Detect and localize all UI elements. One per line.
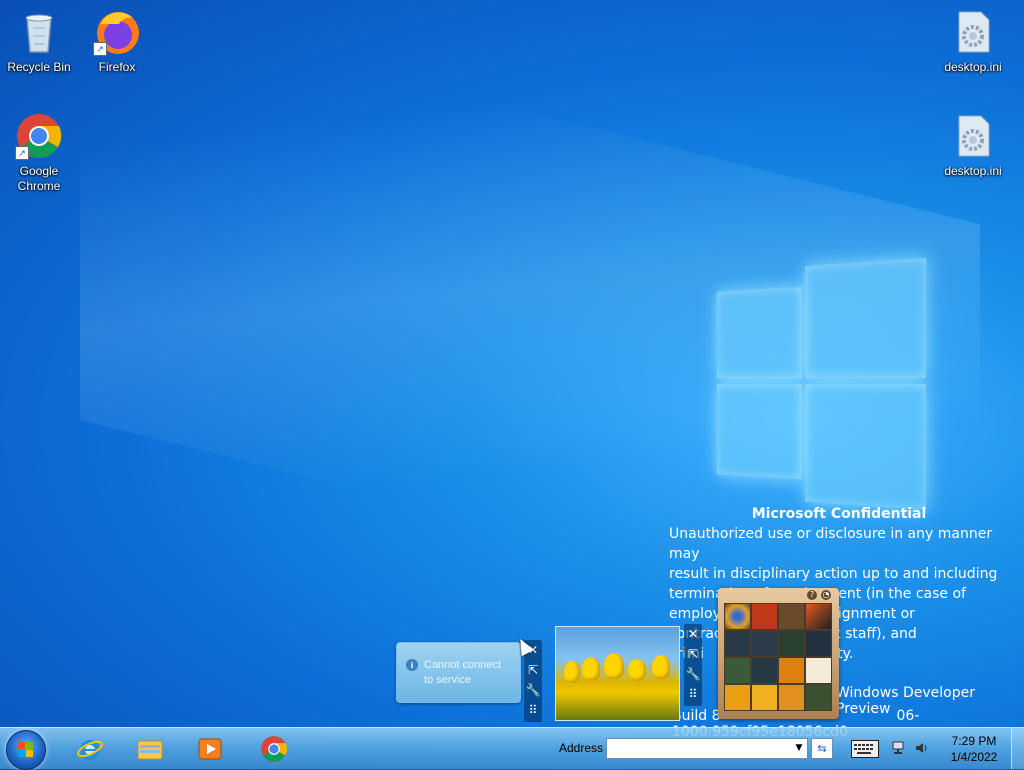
puzzle-tile[interactable] <box>724 657 751 684</box>
watermark-line: result in disciplinary action up to and … <box>669 566 998 582</box>
taskbar: Address ▼ ⇆ 7:29 PM 1/4/2022 <box>0 727 1024 770</box>
puzzle-tile[interactable] <box>751 657 778 684</box>
keyboard-icon[interactable] <box>851 740 879 758</box>
desktop-icon-label: Google Chrome <box>17 164 61 193</box>
puzzle-tile[interactable] <box>805 684 832 711</box>
shortcut-arrow-icon: ↗ <box>93 42 107 56</box>
desktop-icon-firefox[interactable]: ↗ Firefox <box>80 8 154 75</box>
address-input[interactable]: ▼ <box>606 738 808 759</box>
puzzle-tile[interactable] <box>724 603 751 630</box>
gadget-options-button[interactable]: 🔧 <box>684 664 702 684</box>
shortcut-arrow-icon: ↗ <box>15 146 29 160</box>
desktop-icon-recycle-bin[interactable]: Recycle Bin <box>2 8 76 75</box>
gadget-picture-puzzle[interactable]: ? ◔ <box>718 588 839 719</box>
taskbar-media-player[interactable] <box>184 730 236 768</box>
puzzle-tile[interactable] <box>805 603 832 630</box>
tulip-image-detail <box>564 661 580 683</box>
desktop-icon-label: Firefox <box>98 60 136 74</box>
address-go-button[interactable]: ⇆ <box>811 738 833 759</box>
windows-flag-icon <box>18 742 34 758</box>
gadget-drag-handle[interactable]: ⠿ <box>524 700 542 720</box>
desktop-icon-desktop-ini[interactable]: desktop.ini <box>936 8 1010 75</box>
chrome-icon: ↗ <box>15 112 63 160</box>
puzzle-help-button[interactable]: ? <box>807 590 817 600</box>
gadget-toolbar: ✕ ⇱ 🔧 ⠿ <box>684 624 702 706</box>
gadget-drag-handle[interactable]: ⠿ <box>684 684 702 704</box>
tulip-image-detail <box>604 653 624 679</box>
gadget-size-button[interactable]: ⇱ <box>524 660 542 680</box>
puzzle-tile[interactable] <box>805 630 832 657</box>
windows-logo-wallpaper <box>716 258 926 510</box>
watermark-line: Unauthorized use or disclosure in any ma… <box>669 526 993 562</box>
info-icon: i <box>406 659 418 671</box>
puzzle-tile[interactable] <box>724 684 751 711</box>
puzzle-tile[interactable] <box>751 684 778 711</box>
desktop-icon-google-chrome[interactable]: ↗ Google Chrome <box>2 112 76 194</box>
puzzle-tile[interactable] <box>778 603 805 630</box>
network-icon[interactable] <box>891 740 907 760</box>
taskbar-file-explorer[interactable] <box>124 730 176 768</box>
gadget-size-button[interactable]: ⇱ <box>684 644 702 664</box>
puzzle-toggle-button[interactable]: ◔ <box>821 590 831 600</box>
internet-explorer-icon <box>77 740 103 760</box>
show-desktop-button[interactable] <box>1011 728 1024 769</box>
puzzle-tile[interactable] <box>805 657 832 684</box>
tulip-image-detail <box>652 655 670 679</box>
tulip-image-detail <box>582 657 600 681</box>
address-toolbar-label: Address <box>559 741 604 755</box>
gadget-feed-error[interactable]: i Cannot connect to service <box>396 642 521 703</box>
clock-time: 7:29 PM <box>951 734 997 748</box>
tulip-image-detail <box>628 659 646 681</box>
desktop-icon-label: Recycle Bin <box>7 60 71 74</box>
gadget-options-button[interactable]: 🔧 <box>524 680 542 700</box>
recycle-bin-icon <box>15 8 63 56</box>
firefox-icon: ↗ <box>93 8 141 56</box>
settings-file-icon <box>949 8 997 56</box>
logo-pane <box>805 384 926 510</box>
media-player-icon <box>198 738 222 760</box>
taskbar-internet-explorer[interactable] <box>64 730 116 768</box>
puzzle-tile[interactable] <box>778 657 805 684</box>
watermark-title: Microsoft Confidential <box>751 506 927 522</box>
logo-pane <box>716 286 802 379</box>
logo-pane <box>805 258 926 379</box>
chevron-down-icon[interactable]: ▼ <box>791 739 807 758</box>
taskbar-chrome[interactable] <box>248 730 300 768</box>
settings-file-icon <box>949 112 997 160</box>
gadget-error-text: Cannot connect to service <box>424 659 502 686</box>
file-explorer-icon <box>137 740 163 760</box>
puzzle-tile[interactable] <box>751 630 778 657</box>
desktop-icon-label: desktop.ini <box>944 60 1002 74</box>
gadget-close-button[interactable]: ✕ <box>684 624 702 644</box>
puzzle-tile[interactable] <box>724 630 751 657</box>
chrome-icon <box>261 736 287 762</box>
puzzle-tile[interactable] <box>778 684 805 711</box>
system-clock[interactable]: 7:29 PM 1/4/2022 <box>940 733 1008 765</box>
clock-date: 1/4/2022 <box>950 750 998 764</box>
start-button[interactable] <box>6 730 46 770</box>
desktop-icon-desktop-ini[interactable]: desktop.ini <box>936 112 1010 179</box>
gadget-slideshow[interactable] <box>555 626 680 721</box>
volume-icon[interactable] <box>914 740 930 760</box>
puzzle-tile[interactable] <box>751 603 778 630</box>
logo-pane <box>716 384 802 480</box>
puzzle-tile[interactable] <box>778 630 805 657</box>
puzzle-grid <box>724 603 833 713</box>
desktop-icon-label: desktop.ini <box>944 164 1002 178</box>
